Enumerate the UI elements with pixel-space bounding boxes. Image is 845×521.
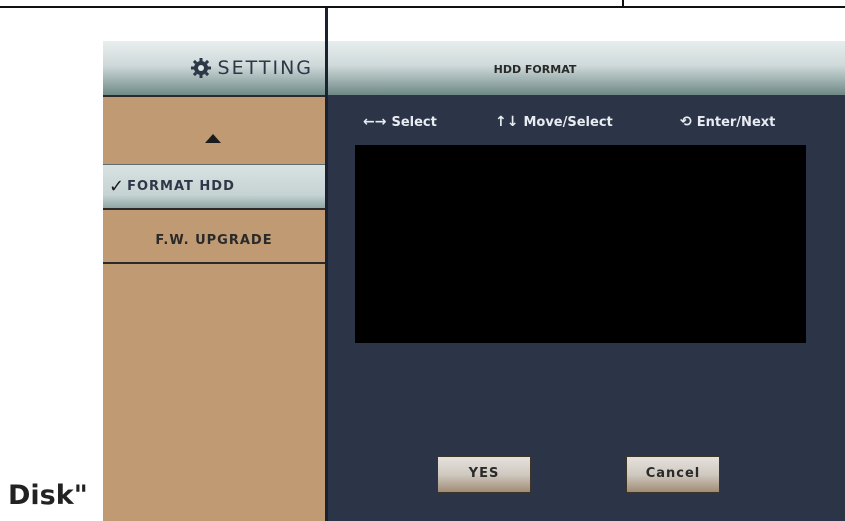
yes-button[interactable]: YES bbox=[437, 456, 531, 493]
panel-top-blank bbox=[328, 8, 845, 41]
panel-title: HDD FORMAT bbox=[493, 63, 577, 76]
triangle-up-icon[interactable] bbox=[205, 134, 221, 143]
caption-text: Disk" bbox=[8, 480, 88, 511]
panel-header: HDD FORMAT bbox=[328, 41, 845, 95]
checkmark-icon: ✓ bbox=[109, 176, 126, 197]
left-right-arrows-icon: ←→ bbox=[363, 114, 387, 130]
dvr-screen: SETTING ✓ FORMAT HDD F.W. UPGRADE HDD FO… bbox=[103, 8, 845, 521]
hint-move-select: ↑↓ Move/Select bbox=[495, 114, 613, 130]
hint-select: ←→ Select bbox=[363, 114, 437, 130]
sidebar-item-label: FORMAT HDD bbox=[127, 179, 235, 194]
sidebar-header: SETTING bbox=[103, 41, 325, 97]
gear-icon bbox=[190, 57, 212, 79]
settings-title: SETTING bbox=[190, 57, 313, 79]
hint-label: Select bbox=[391, 114, 437, 130]
sidebar-item-fw-upgrade[interactable]: F.W. UPGRADE bbox=[103, 218, 325, 264]
enter-return-icon: ⟲ bbox=[680, 114, 692, 130]
sidebar-item-format-hdd[interactable]: ✓ FORMAT HDD bbox=[103, 164, 325, 210]
key-hint-bar: ←→ Select ↑↓ Move/Select ⟲ Enter/Next bbox=[328, 114, 845, 136]
format-info-area bbox=[355, 145, 806, 343]
cancel-button[interactable]: Cancel bbox=[626, 456, 720, 493]
top-rule-tick bbox=[622, 0, 624, 8]
settings-title-label: SETTING bbox=[217, 57, 313, 79]
hint-enter-next: ⟲ Enter/Next bbox=[680, 114, 775, 130]
settings-sidebar: SETTING ✓ FORMAT HDD F.W. UPGRADE bbox=[103, 8, 325, 521]
hint-label: Move/Select bbox=[523, 114, 613, 130]
hint-label: Enter/Next bbox=[696, 114, 776, 130]
sidebar-item-label: F.W. UPGRADE bbox=[155, 233, 273, 248]
up-down-arrows-icon: ↑↓ bbox=[495, 114, 519, 130]
sidebar-top-blank bbox=[103, 8, 325, 41]
page: Disk" SETTING ✓ FORMAT HDD F.W. UPGRADE … bbox=[0, 0, 845, 521]
hdd-format-panel: HDD FORMAT ←→ Select ↑↓ Move/Select ⟲ En… bbox=[328, 8, 845, 521]
